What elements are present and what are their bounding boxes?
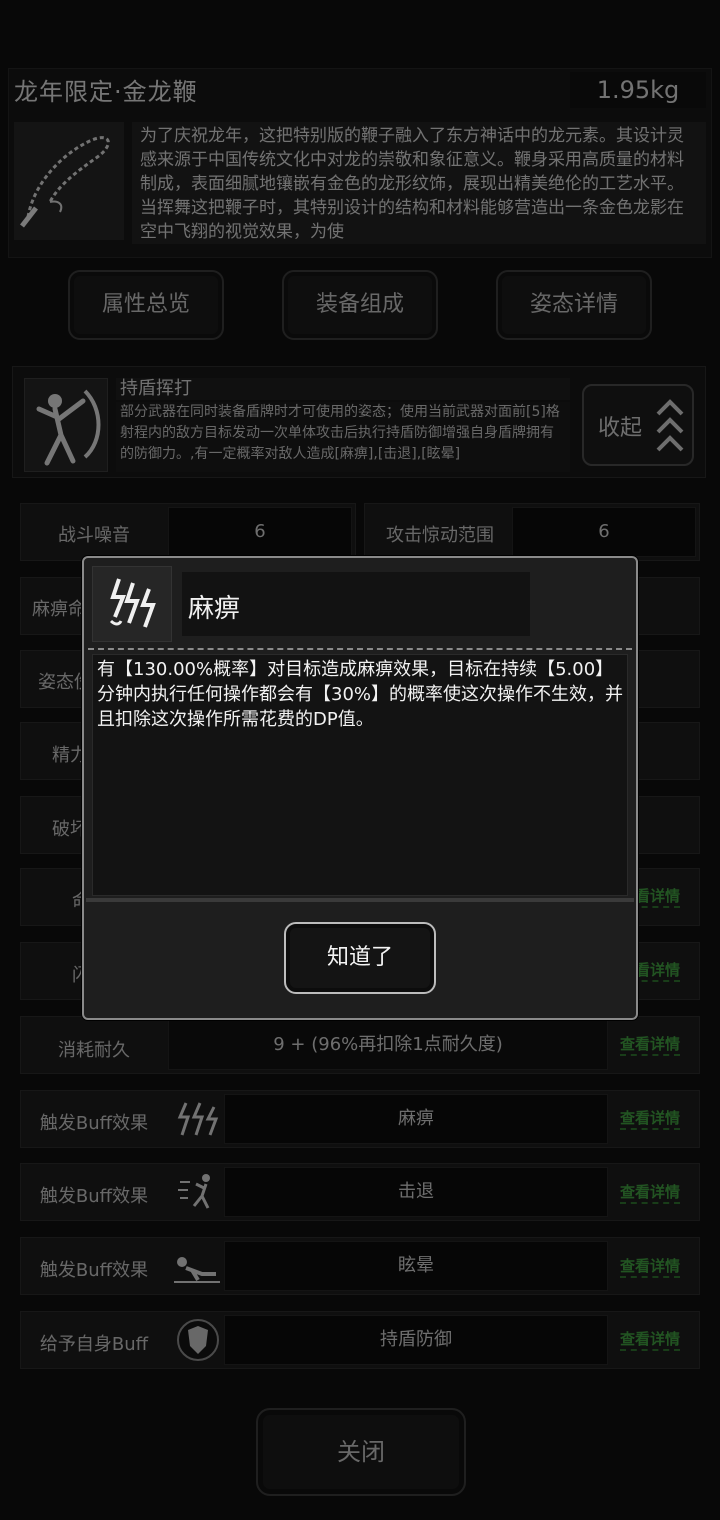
paralysis-icon <box>92 566 172 642</box>
dialog-divider <box>88 648 632 650</box>
dialog-separator <box>86 898 634 902</box>
dialog-title: 麻痹 <box>188 594 241 624</box>
dialog-body: 有【130.00%概率】对目标造成麻痹效果，目标在持续【5.00】分钟内执行任何… <box>92 654 628 896</box>
ok-button[interactable]: 知道了 <box>284 922 436 994</box>
